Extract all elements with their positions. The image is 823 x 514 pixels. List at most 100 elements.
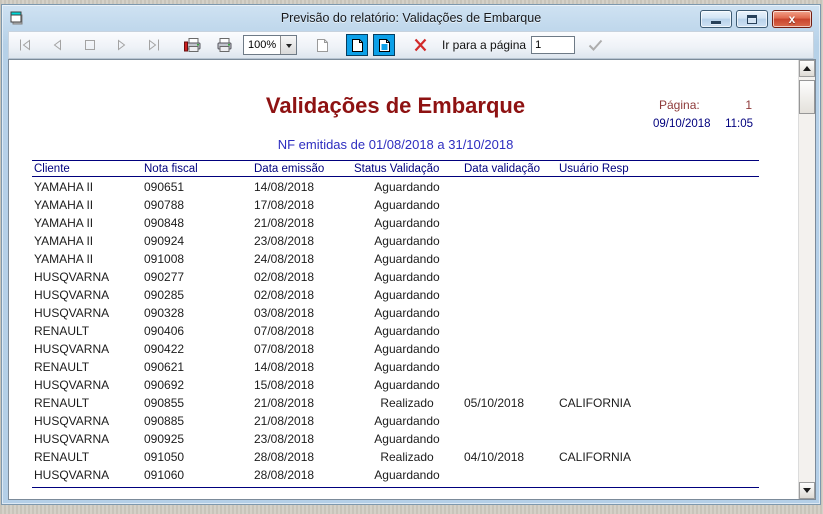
table-cell: 21/08/2018	[252, 414, 352, 428]
last-page-button[interactable]	[141, 34, 165, 56]
table-cell: 14/08/2018	[252, 360, 352, 374]
table-cell: 090422	[142, 342, 252, 356]
next-page-button[interactable]	[109, 34, 133, 56]
whole-page-button[interactable]	[346, 34, 368, 56]
table-cell: 28/08/2018	[252, 450, 352, 464]
last-page-icon	[145, 37, 162, 53]
goto-page-input[interactable]	[531, 36, 575, 54]
table-cell: 090277	[142, 270, 252, 284]
table-cell: Aguardando	[352, 378, 462, 392]
table-cell: Aguardando	[352, 216, 462, 230]
page-width-icon	[316, 38, 329, 53]
table-cell: Aguardando	[352, 234, 462, 248]
table-cell: HUSQVARNA	[32, 342, 142, 356]
maximize-button[interactable]	[736, 10, 768, 28]
table-row: HUSQVARNA09027702/08/2018Aguardando	[32, 268, 759, 286]
report-preview-window: Previsão do relatório: Validações de Emb…	[1, 4, 821, 505]
page-info: Página: 1	[659, 98, 752, 112]
table-cell: HUSQVARNA	[32, 270, 142, 284]
report-table: ClienteNota fiscalData emissãoStatus Val…	[32, 160, 759, 488]
close-icon: x	[789, 13, 796, 25]
table-cell: RENAULT	[32, 396, 142, 410]
table-cell: 28/08/2018	[252, 468, 352, 482]
close-preview-button[interactable]	[408, 34, 432, 56]
table-cell: Aguardando	[352, 180, 462, 194]
table-cell: Aguardando	[352, 414, 462, 428]
table-cell: 090651	[142, 180, 252, 194]
scroll-up-button[interactable]	[799, 60, 815, 77]
close-button[interactable]: x	[772, 10, 812, 28]
table-cell: Aguardando	[352, 432, 462, 446]
table-cell: HUSQVARNA	[32, 468, 142, 482]
table-cell: RENAULT	[32, 360, 142, 374]
zoom-value: 100%	[244, 39, 280, 51]
zoom-dropdown-button[interactable]	[280, 36, 296, 54]
table-cell: Aguardando	[352, 306, 462, 320]
window-title: Previsão do relatório: Validações de Emb…	[2, 11, 820, 25]
table-cell: 24/08/2018	[252, 252, 352, 266]
stop-icon	[81, 37, 98, 53]
first-page-button[interactable]	[13, 34, 37, 56]
table-cell: Realizado	[352, 450, 462, 464]
next-page-icon	[113, 37, 130, 53]
table-cell: 090924	[142, 234, 252, 248]
table-cell: Aguardando	[352, 324, 462, 338]
print-button[interactable]	[213, 34, 237, 56]
table-cell: 090692	[142, 378, 252, 392]
table-cell: Aguardando	[352, 360, 462, 374]
table-cell: HUSQVARNA	[32, 378, 142, 392]
column-header: Data emissão	[252, 163, 352, 175]
table-row: HUSQVARNA09092523/08/2018Aguardando	[32, 430, 759, 448]
table-header-row: ClienteNota fiscalData emissãoStatus Val…	[32, 160, 759, 177]
table-cell: Aguardando	[352, 468, 462, 482]
table-cell: 090328	[142, 306, 252, 320]
stop-button[interactable]	[77, 34, 101, 56]
column-header: Cliente	[32, 163, 142, 175]
table-cell: CALIFORNIA	[557, 450, 759, 464]
zoom-combobox[interactable]: 100%	[243, 35, 297, 55]
toolbar: 100% Ir para a página	[8, 31, 814, 59]
report-title: Validações de Embarque	[32, 93, 759, 119]
close-preview-icon	[413, 38, 428, 52]
table-cell: 14/08/2018	[252, 180, 352, 194]
print-datetime: 09/10/2018 11:05	[653, 118, 753, 130]
page-number: 1	[745, 98, 752, 112]
table-cell: 091008	[142, 252, 252, 266]
table-cell: 21/08/2018	[252, 216, 352, 230]
printer-setup-button[interactable]	[181, 34, 205, 56]
minimize-button[interactable]	[700, 10, 732, 28]
table-row: RENAULT09040607/08/2018Aguardando	[32, 322, 759, 340]
printer-setup-icon	[183, 37, 203, 54]
table-row: YAMAHA II09078817/08/2018Aguardando	[32, 196, 759, 214]
table-cell: 090855	[142, 396, 252, 410]
table-cell: 090925	[142, 432, 252, 446]
column-header: Data validação	[462, 163, 557, 175]
vertical-scrollbar[interactable]	[798, 60, 815, 499]
table-row: YAMAHA II09100824/08/2018Aguardando	[32, 250, 759, 268]
column-header: Status Validação	[352, 163, 462, 175]
table-cell: Aguardando	[352, 198, 462, 212]
table-cell: 23/08/2018	[252, 432, 352, 446]
previous-page-button[interactable]	[45, 34, 69, 56]
table-cell: Aguardando	[352, 270, 462, 284]
page-width-button[interactable]	[311, 34, 333, 56]
report-subtitle: NF emitidas de 01/08/2018 a 31/10/2018	[32, 137, 759, 152]
table-row: YAMAHA II09084821/08/2018Aguardando	[32, 214, 759, 232]
table-cell: 090788	[142, 198, 252, 212]
table-cell: 04/10/2018	[462, 450, 557, 464]
table-cell: 090621	[142, 360, 252, 374]
scroll-down-button[interactable]	[799, 482, 815, 499]
table-row: RENAULT09085521/08/2018Realizado05/10/20…	[32, 394, 759, 412]
scrollbar-thumb[interactable]	[799, 80, 815, 114]
confirm-goto-button[interactable]	[583, 34, 607, 56]
titlebar: Previsão do relatório: Validações de Emb…	[2, 5, 820, 31]
table-cell: RENAULT	[32, 450, 142, 464]
table-row: HUSQVARNA09032803/08/2018Aguardando	[32, 304, 759, 322]
two-pages-button[interactable]	[373, 34, 395, 56]
arrow-down-icon	[803, 488, 811, 497]
table-cell: YAMAHA II	[32, 216, 142, 230]
table-row: RENAULT09105028/08/2018Realizado04/10/20…	[32, 448, 759, 466]
table-row: YAMAHA II09065114/08/2018Aguardando	[32, 178, 759, 196]
table-cell: RENAULT	[32, 324, 142, 338]
table-cell: 07/08/2018	[252, 342, 352, 356]
